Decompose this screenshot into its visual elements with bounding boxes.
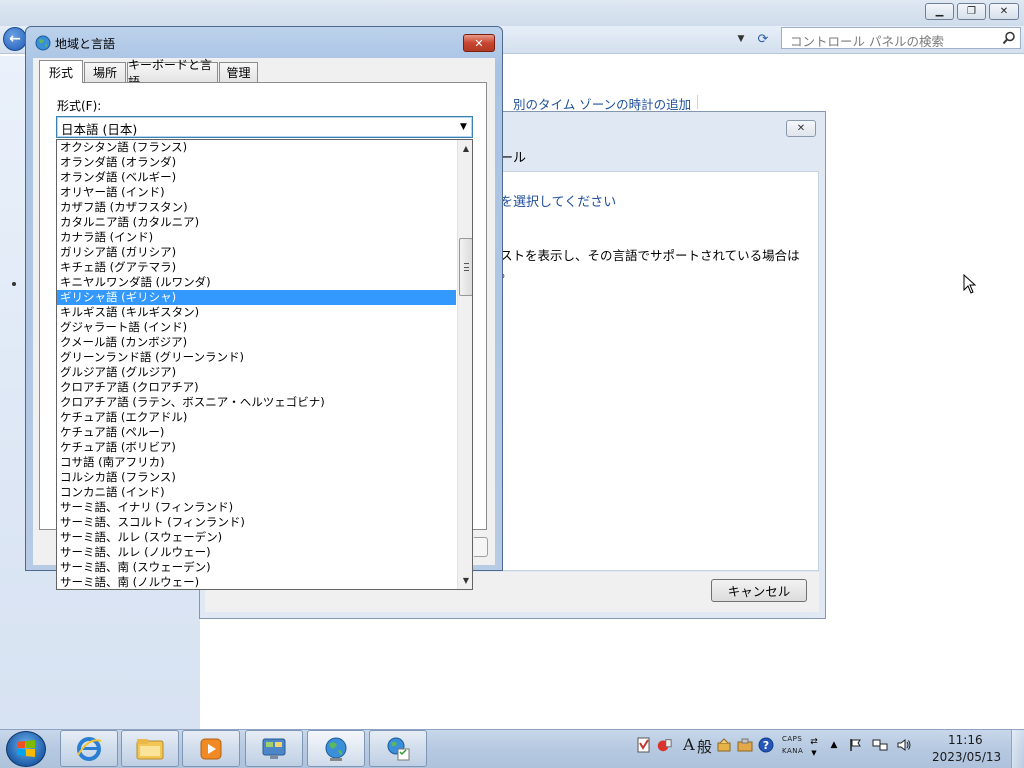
partially-hidden-button[interactable]	[474, 537, 488, 557]
list-item[interactable]: クロアチア語 (ラテン、ボスニア・ヘルツェゴビナ)	[57, 395, 456, 410]
control-panel-titlebar	[0, 0, 1024, 26]
list-item[interactable]: オリヤー語 (インド)	[57, 185, 456, 200]
close-button[interactable]: ✕	[463, 34, 495, 52]
internet-explorer-icon[interactable]	[60, 730, 118, 767]
format-dropdown-list[interactable]: オクシタン語 (フランス) オランダ語 (オランダ) オランダ語 (ベルギー) オリヤ…	[56, 139, 473, 590]
close-button[interactable]: ✕	[989, 3, 1019, 20]
dropdown-items: オクシタン語 (フランス) オランダ語 (オランダ) オランダ語 (ベルギー) オリヤ…	[57, 140, 456, 589]
ime-conversion-mode[interactable]: 般	[697, 736, 712, 757]
show-hidden-icons-icon[interactable]: ▲	[826, 737, 842, 753]
list-item[interactable]: サーミ語、イナリ (フィンランド)	[57, 500, 456, 515]
start-button[interactable]	[6, 731, 46, 767]
list-item[interactable]: カザフ語 (カザフスタン)	[57, 200, 456, 215]
list-item[interactable]: オランダ語 (オランダ)	[57, 155, 456, 170]
scroll-down-icon[interactable]: ▼	[458, 572, 472, 589]
cancel-button[interactable]: キャンセル	[711, 579, 807, 602]
chevron-down-icon[interactable]: ▼	[806, 745, 822, 761]
back-arrow-icon[interactable]: ←	[3, 27, 27, 51]
close-icon[interactable]: ✕	[786, 120, 816, 137]
scroll-thumb[interactable]	[459, 238, 472, 296]
format-label: 形式(F):	[57, 99, 102, 113]
list-item[interactable]: クロアチア語 (クロアチア)	[57, 380, 456, 395]
maximize-button[interactable]: ❐	[957, 3, 986, 20]
help-icon[interactable]: ?	[758, 737, 774, 753]
list-item[interactable]: ケチュア語 (ペルー)	[57, 425, 456, 440]
svg-text:?: ?	[763, 739, 769, 752]
list-item[interactable]: サーミ語、ルレ (スウェーデン)	[57, 530, 456, 545]
bullet-icon	[12, 282, 16, 286]
ime-pad-icon[interactable]	[636, 737, 652, 753]
list-item[interactable]: カタルニア語 (カタルニア)	[57, 215, 456, 230]
refresh-icon[interactable]: ⟳	[752, 29, 774, 49]
list-item[interactable]: ケチュア語 (ボリビア)	[57, 440, 456, 455]
action-center-flag-icon[interactable]	[848, 737, 864, 753]
list-item[interactable]: サーミ語、南 (ノルウェー)	[57, 575, 456, 589]
format-select[interactable]: 日本語 (日本)	[56, 116, 473, 138]
clock-time[interactable]: 11:16	[948, 733, 983, 747]
list-item[interactable]: サーミ語、スコルト (フィンランド)	[57, 515, 456, 530]
kana-indicator: KANA	[782, 747, 804, 755]
list-item[interactable]: コサ語 (南アフリカ)	[57, 455, 456, 470]
ime-input-mode[interactable]: A	[683, 735, 695, 754]
search-input[interactable]: コントロール パネルの検索	[781, 27, 1021, 49]
list-item[interactable]: サーミ語、南 (スウェーデン)	[57, 560, 456, 575]
ime-tools-icon[interactable]	[716, 737, 732, 753]
scrollbar[interactable]: ▲ ▼	[457, 140, 472, 589]
list-item[interactable]: キチェ語 (グアテマラ)	[57, 260, 456, 275]
dialog-subheading: を選択してください	[500, 195, 617, 210]
ime-dictionary-icon[interactable]	[656, 737, 672, 753]
list-item[interactable]: ガリシア語 (ガリシア)	[57, 245, 456, 260]
list-item[interactable]: オクシタン語 (フランス)	[57, 140, 456, 155]
tab-format[interactable]: 形式	[39, 60, 83, 83]
media-player-icon[interactable]	[182, 730, 240, 767]
list-item[interactable]: グルジア語 (グルジア)	[57, 365, 456, 380]
file-explorer-icon[interactable]	[121, 730, 179, 767]
control-panel-icon[interactable]	[245, 730, 303, 767]
list-item[interactable]: キニヤルワンダ語 (ルワンダ)	[57, 275, 456, 290]
language-settings-icon[interactable]	[369, 730, 427, 767]
list-item[interactable]: ギリシャ語 (ギリシャ)	[57, 290, 456, 305]
tab-administrative[interactable]: 管理	[219, 62, 258, 82]
chevron-down-icon[interactable]: ▼	[733, 31, 749, 47]
list-item[interactable]: サーミ語、ルレ (ノルウェー)	[57, 545, 456, 560]
dialog-heading: ール	[500, 151, 527, 166]
list-item[interactable]: クメール語 (カンボジア)	[57, 335, 456, 350]
list-item[interactable]: グジャラート語 (インド)	[57, 320, 456, 335]
description-text: ストを表示し、その言語でサポートされている場合は	[500, 248, 800, 263]
search-icon[interactable]	[1002, 31, 1018, 47]
chevron-down-icon[interactable]: ▼	[456, 118, 471, 136]
list-item[interactable]: カナラ語 (インド)	[57, 230, 456, 245]
show-desktop-button[interactable]	[1011, 730, 1024, 768]
ime-options-icon[interactable]	[737, 737, 753, 753]
network-icon[interactable]	[872, 737, 888, 753]
globe-icon	[35, 35, 51, 51]
list-item[interactable]: ケチュア語 (エクアドル)	[57, 410, 456, 425]
list-item[interactable]: コルシカ語 (フランス)	[57, 470, 456, 485]
volume-icon[interactable]	[896, 737, 912, 753]
dialog-title: 地域と言語	[55, 37, 116, 51]
scroll-up-icon[interactable]: ▲	[458, 140, 472, 157]
list-item[interactable]: コンカニ語 (インド)	[57, 485, 456, 500]
list-item[interactable]: グリーンランド語 (グリーンランド)	[57, 350, 456, 365]
minimize-button[interactable]: ▁	[925, 3, 954, 20]
divider	[697, 95, 698, 109]
tab-keyboards-languages[interactable]: キーボードと言語	[127, 58, 218, 89]
tab-location[interactable]: 場所	[84, 62, 126, 82]
caps-indicator: CAPS	[782, 735, 803, 743]
list-item[interactable]: キルギス語 (キルギスタン)	[57, 305, 456, 320]
region-language-taskbar-icon[interactable]	[307, 730, 365, 767]
clock-date[interactable]: 2023/05/13	[932, 750, 1001, 764]
list-item[interactable]: オランダ語 (ベルギー)	[57, 170, 456, 185]
mouse-pointer-icon	[963, 273, 977, 294]
